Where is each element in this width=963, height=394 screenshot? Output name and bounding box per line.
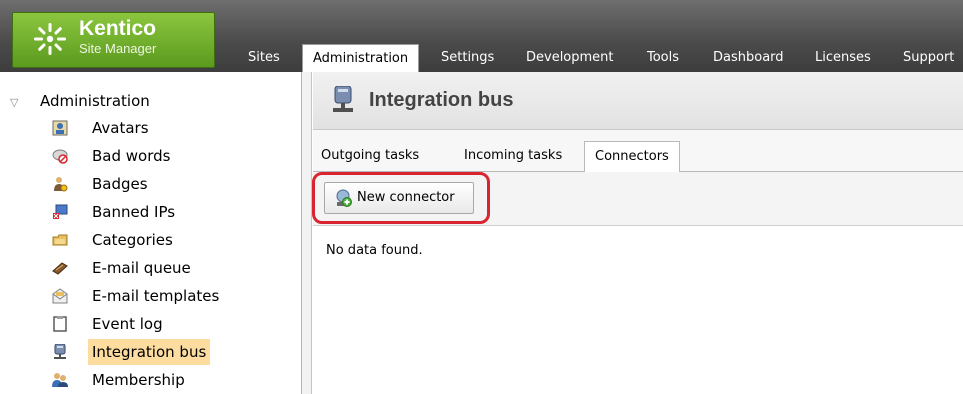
tree-item-label: Bad words xyxy=(92,147,171,165)
event-log-icon xyxy=(53,316,67,332)
kentico-logo-icon xyxy=(34,23,66,55)
integration-bus-icon xyxy=(333,86,353,112)
tree-item-label: Categories xyxy=(92,231,173,249)
tab-development[interactable]: Development xyxy=(526,46,614,72)
tab-administration[interactable]: Administration xyxy=(302,44,420,72)
tree-item-label: E-mail queue xyxy=(92,259,191,277)
tree-item-label: Event log xyxy=(92,315,163,333)
tree-item-label: Avatars xyxy=(92,119,149,137)
tab-sites[interactable]: Sites xyxy=(248,46,280,72)
tab-outgoing-tasks[interactable]: Outgoing tasks xyxy=(321,144,419,172)
tab-connectors[interactable]: Connectors xyxy=(584,141,680,173)
tree-root-label: Administration xyxy=(40,92,150,110)
admin-tree: ▽ Administration Avatars Bad words Badges xyxy=(0,72,302,394)
tree-item-label: Membership xyxy=(92,371,185,389)
empty-message: No data found. xyxy=(326,243,423,258)
top-header: Kentico Site Manager Sites Administratio… xyxy=(0,0,963,72)
category-icon xyxy=(52,234,68,246)
collapse-caret-icon[interactable]: ▽ xyxy=(10,92,30,114)
subtabs-bar: Outgoing tasks Incoming tasks Connectors xyxy=(313,130,963,173)
tab-support[interactable]: Support xyxy=(903,46,954,72)
avatar-icon xyxy=(52,120,68,136)
tree-item-label: Integration bus xyxy=(88,339,211,365)
email-template-icon xyxy=(52,288,68,304)
tab-dashboard[interactable]: Dashboard xyxy=(713,46,784,72)
banned-ip-icon xyxy=(53,204,68,219)
badge-icon xyxy=(54,177,68,192)
kentico-logo[interactable]: Kentico Site Manager xyxy=(12,12,215,68)
tree-item-label: E-mail templates xyxy=(92,287,220,305)
highlight-annotation xyxy=(312,172,490,224)
tab-settings[interactable]: Settings xyxy=(441,46,494,72)
panel-splitter[interactable] xyxy=(302,72,312,394)
tree-item-label: Banned IPs xyxy=(92,203,176,221)
tab-incoming-tasks[interactable]: Incoming tasks xyxy=(464,144,562,172)
brand-subtitle: Site Manager xyxy=(79,41,157,56)
email-queue-icon xyxy=(52,262,68,275)
tree-root-administration[interactable]: ▽ Administration xyxy=(10,90,150,112)
tree-item-label: Badges xyxy=(92,175,148,193)
integration-bus-icon xyxy=(54,344,66,359)
page-title: Integration bus xyxy=(369,89,514,111)
brand-name: Kentico xyxy=(79,17,157,40)
tab-licenses[interactable]: Licenses xyxy=(815,46,871,72)
page-header: Integration bus xyxy=(313,72,963,130)
membership-icon xyxy=(52,373,68,387)
bad-words-icon xyxy=(52,149,68,164)
tab-tools[interactable]: Tools xyxy=(647,46,679,72)
